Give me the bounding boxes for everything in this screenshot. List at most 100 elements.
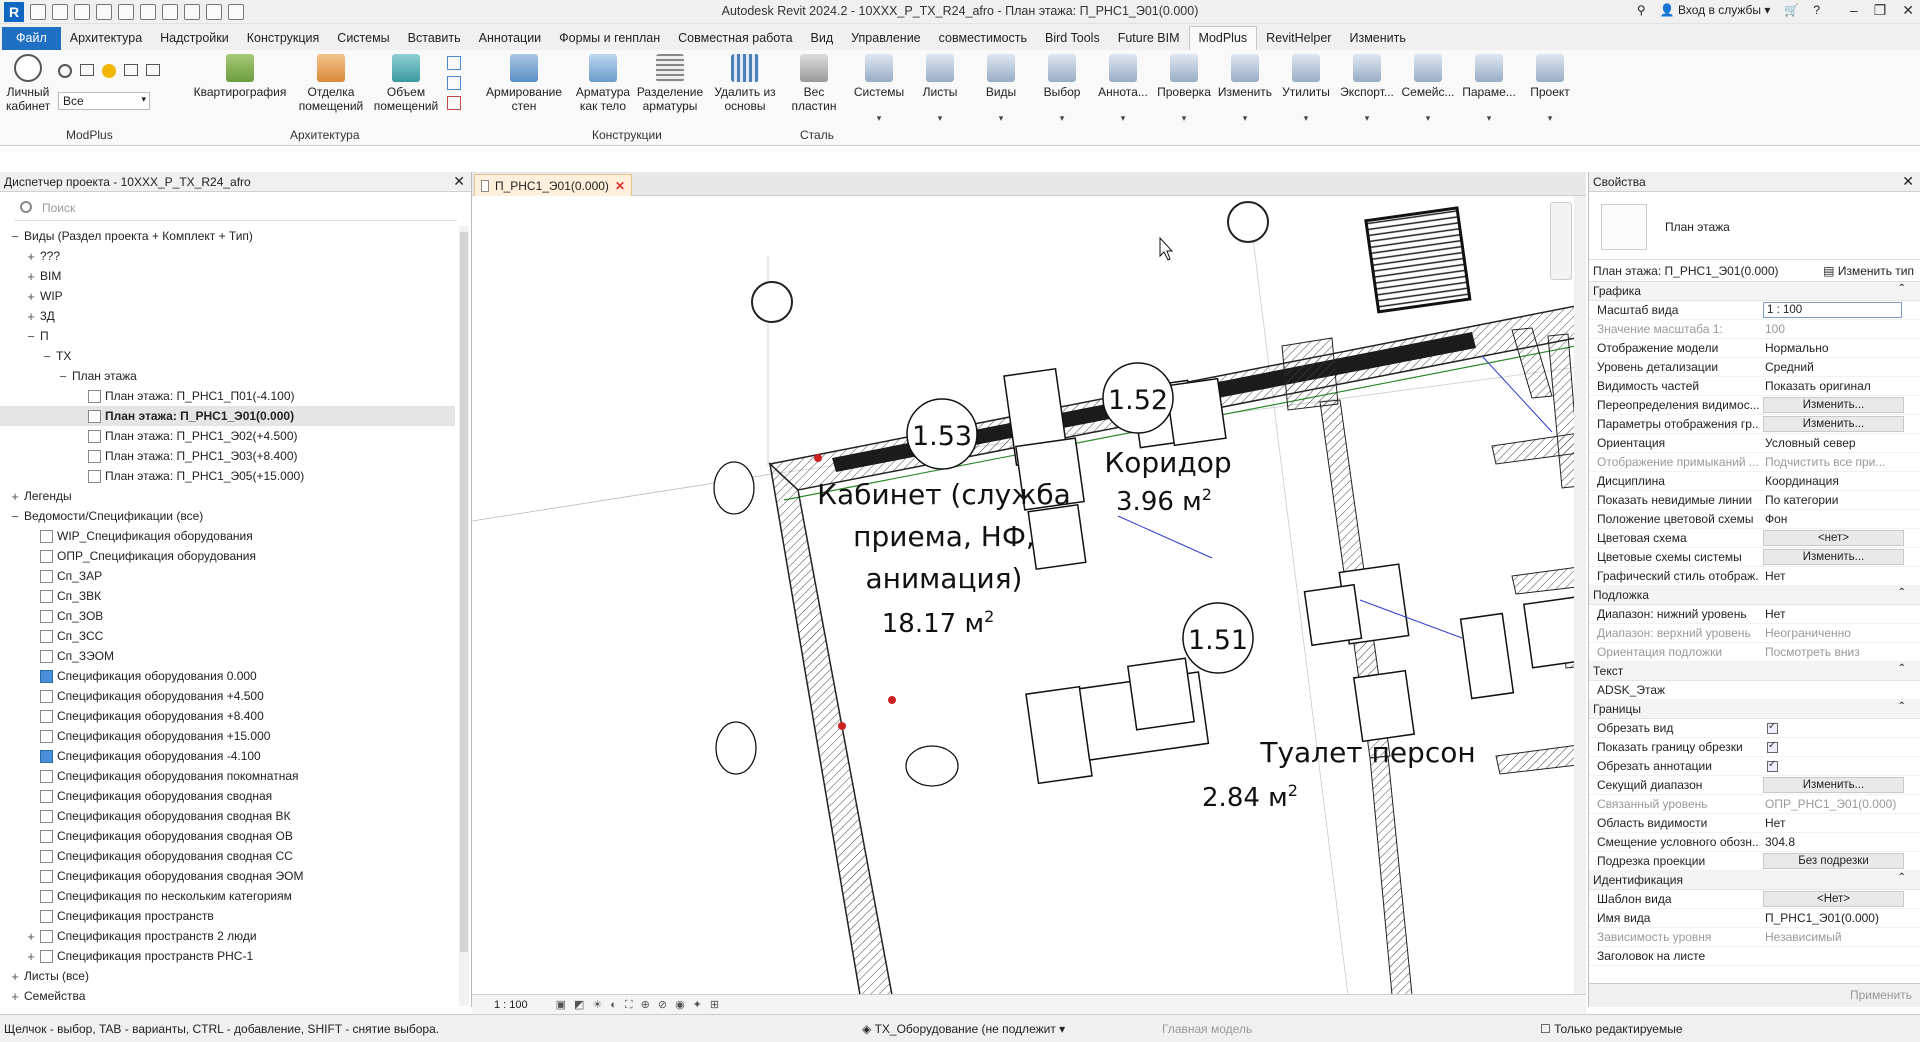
chevron-down-icon[interactable]: ▾ xyxy=(1094,111,1152,125)
rebar-body-button[interactable]: Арматура как тело xyxy=(570,54,636,113)
chevron-down-icon[interactable]: ▾ xyxy=(1155,111,1213,125)
expand-icon[interactable]: + xyxy=(26,289,36,304)
collapse-icon[interactable]: − xyxy=(42,349,52,364)
tree-item[interactable]: Спецификация оборудования 0.000 xyxy=(26,666,257,686)
property-value[interactable]: Показать оригинал xyxy=(1759,377,1920,395)
tree-item[interactable]: План этажа: П_РНС1_Э05(+15.000) xyxy=(74,466,304,486)
property-edit-button[interactable]: Без подрезки xyxy=(1763,853,1904,869)
tree-item[interactable]: Сп_ЗОВ xyxy=(26,606,103,626)
tree-item[interactable]: − TX xyxy=(42,346,71,366)
chevron-down-icon[interactable]: ▾ xyxy=(1399,111,1457,125)
tree-item[interactable]: Спецификация оборудования +15.000 xyxy=(26,726,270,746)
property-edit-button[interactable]: Изменить... xyxy=(1763,397,1904,413)
view-control-icons[interactable]: ▣◩☀◐⛶⊕⊘◉✦⊞ xyxy=(556,998,727,1012)
ribbon-tool-0[interactable]: Системы ▾ xyxy=(850,54,908,125)
property-checkbox[interactable] xyxy=(1767,759,1778,772)
canvas-vscroll[interactable] xyxy=(1574,196,1586,995)
ribbon-tool-3[interactable]: Выбор ▾ xyxy=(1033,54,1091,125)
search-input[interactable]: Поиск xyxy=(14,197,457,221)
chevron-down-icon[interactable]: ▾ xyxy=(1338,111,1396,125)
edit-type-button[interactable]: ▤ Изменить тип xyxy=(1823,264,1914,278)
openings-icon[interactable] xyxy=(447,76,461,90)
tree-item[interactable]: +??? xyxy=(26,246,60,266)
expand-icon[interactable]: + xyxy=(26,949,36,964)
editable-only-checkbox[interactable]: ☐ Только редактируемые xyxy=(1540,1022,1683,1036)
tree-item[interactable]: Спецификация оборудования сводная СС xyxy=(26,846,293,866)
property-edit-button[interactable]: <нет> xyxy=(1763,530,1904,546)
collapse-icon[interactable]: − xyxy=(10,229,20,244)
property-group-header[interactable]: Идентификация ⌃ xyxy=(1589,871,1920,890)
design-option-select[interactable]: Главная модель xyxy=(1162,1022,1252,1036)
plate-weight-button[interactable]: Вес пластин xyxy=(788,54,840,113)
grid-bubble[interactable] xyxy=(1227,201,1269,243)
tree-item[interactable]: Сп_ЗСС xyxy=(26,626,103,646)
tree-item[interactable]: + Спецификация пространств 2 люди xyxy=(26,926,256,946)
tree-item[interactable]: Спецификация оборудования +4.500 xyxy=(26,686,264,706)
property-value[interactable]: Фон xyxy=(1759,510,1920,528)
heart-icon[interactable] xyxy=(102,64,116,78)
tree-item[interactable]: Спецификация оборудования +8.400 xyxy=(26,706,264,726)
tab-8[interactable]: Совместная работа xyxy=(669,27,801,50)
browser-scrollbar[interactable] xyxy=(459,226,469,1006)
expand-icon[interactable]: + xyxy=(26,249,36,264)
walls-icon[interactable] xyxy=(447,56,461,70)
comment-icon[interactable] xyxy=(80,64,94,76)
collapse-icon[interactable]: ⌃ xyxy=(1898,283,1906,294)
property-value[interactable]: Средний xyxy=(1759,358,1920,376)
tree-item[interactable]: + Спецификация пространств РНС-1 xyxy=(26,946,253,966)
tab-1[interactable]: Архитектура xyxy=(61,27,151,50)
property-value[interactable]: Нет xyxy=(1759,605,1920,623)
room-finish-button[interactable]: Отделка помещений xyxy=(296,54,366,113)
tree-item[interactable]: Сп_ЗВК xyxy=(26,586,101,606)
tree-item[interactable]: Сп_ЗЭОМ xyxy=(26,646,114,666)
chevron-down-icon[interactable]: ▾ xyxy=(1521,111,1579,125)
collapse-icon[interactable]: ⌃ xyxy=(1898,663,1906,674)
ribbon-tool-11[interactable]: Проект ▾ xyxy=(1521,54,1579,125)
expand-icon[interactable]: + xyxy=(26,309,36,324)
close-icon[interactable]: ✕ xyxy=(1902,2,1914,19)
close-icon[interactable]: ✕ xyxy=(1902,173,1914,190)
tree-item[interactable]: − Виды (Раздел проекта + Комплект + Тип) xyxy=(10,226,253,246)
tab-10[interactable]: Управление xyxy=(842,27,930,50)
collapse-icon[interactable]: ⌃ xyxy=(1898,587,1906,598)
grid-bubble[interactable] xyxy=(751,281,793,323)
tree-item[interactable]: + WIP xyxy=(26,286,62,306)
tree-item[interactable]: − П xyxy=(26,326,48,346)
partition-wall[interactable] xyxy=(1369,755,1413,995)
property-group-header[interactable]: Текст ⌃ xyxy=(1589,662,1920,681)
tree-item[interactable]: Спецификация оборудования сводная ЭОМ xyxy=(26,866,303,886)
tree-item[interactable]: План этажа: П_РНС1_П01(-4.100) xyxy=(74,386,295,406)
tree-item[interactable]: План этажа: П_РНС1_Э02(+4.500) xyxy=(74,426,298,446)
tree-item[interactable]: Сп_ЗАР xyxy=(26,566,102,586)
wall-reinforcement-button[interactable]: Армирование стен xyxy=(482,54,566,113)
filter-select[interactable]: Все ▾ xyxy=(58,92,150,110)
search-doc-icon[interactable] xyxy=(146,64,160,76)
tab-12[interactable]: Bird Tools xyxy=(1036,27,1109,50)
tree-item[interactable]: − План этажа xyxy=(58,366,137,386)
property-value[interactable]: Нормально xyxy=(1759,339,1920,357)
minimize-icon[interactable]: – xyxy=(1850,2,1858,19)
tab-9[interactable]: Вид xyxy=(802,27,843,50)
chevron-down-icon[interactable]: ▾ xyxy=(850,111,908,125)
tree-item[interactable]: + BIM xyxy=(26,266,61,286)
tree-item[interactable]: Спецификация оборудования сводная ВК xyxy=(26,806,290,826)
property-value[interactable] xyxy=(1759,681,1920,699)
tab-14[interactable]: ModPlus xyxy=(1188,26,1258,50)
property-input[interactable]: 1 : 100 xyxy=(1763,302,1902,318)
chevron-down-icon[interactable]: ▾ xyxy=(1216,111,1274,125)
close-icon[interactable]: ✕ xyxy=(453,173,465,190)
view-scale[interactable]: 1 : 100 xyxy=(494,999,528,1011)
property-value[interactable] xyxy=(1759,947,1920,965)
tree-item[interactable]: Спецификация пространств xyxy=(26,906,214,926)
property-value[interactable]: П_РНС1_Э01(0.000) xyxy=(1759,909,1920,927)
property-edit-button[interactable]: Изменить... xyxy=(1763,549,1904,565)
gear-icon[interactable] xyxy=(58,64,72,78)
expand-icon[interactable]: + xyxy=(10,989,20,1004)
tab-13[interactable]: Future BIM xyxy=(1109,27,1189,50)
tag-icon[interactable] xyxy=(447,96,461,110)
ribbon-tool-5[interactable]: Проверка ▾ xyxy=(1155,54,1213,125)
collapse-icon[interactable]: − xyxy=(10,509,20,524)
property-group-header[interactable]: Подложка ⌃ xyxy=(1589,586,1920,605)
remove-host-button[interactable]: Удалить из основы xyxy=(710,54,780,113)
chevron-down-icon[interactable]: ▾ xyxy=(911,111,969,125)
